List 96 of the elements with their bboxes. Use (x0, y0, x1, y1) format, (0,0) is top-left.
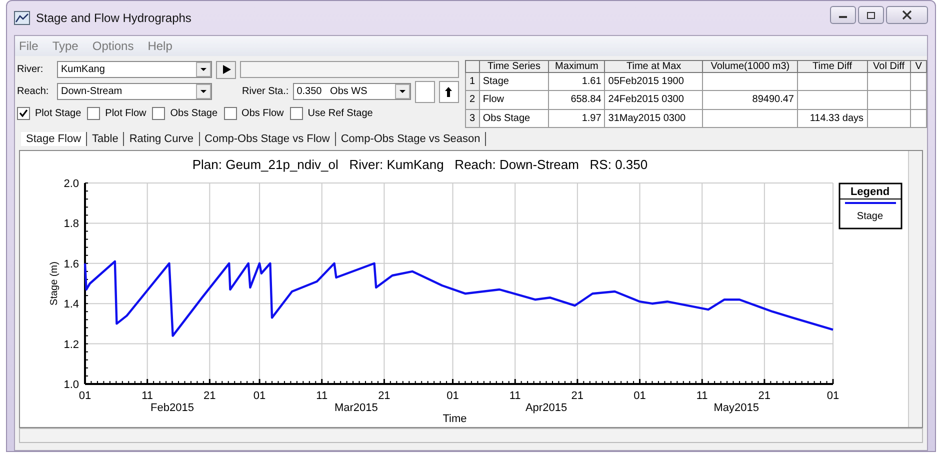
table-cell (797, 72, 868, 91)
row-number: 1 (465, 72, 480, 91)
vertical-scrollbar[interactable] (908, 151, 922, 427)
column-header: V (910, 60, 926, 72)
table-cell: Stage (479, 72, 549, 91)
river-dropdown[interactable]: KumKang (57, 61, 212, 78)
checkmark-icon (19, 109, 28, 118)
checkbox[interactable]: Plot Stage (17, 107, 82, 120)
column-header: Volume(1000 m3) (702, 60, 798, 72)
column-header: Time at Max (604, 60, 703, 72)
column-header: Vol Diff (867, 60, 911, 72)
river-sta-label: River Sta.: (242, 86, 289, 97)
x-tick-label: 01 (446, 390, 459, 402)
x-tick-label: 01 (634, 390, 646, 402)
x-tick-label: 01 (826, 390, 840, 402)
table-cell (910, 109, 926, 128)
column-header: Maximum (548, 60, 605, 72)
x-tick-label: 01 (253, 390, 266, 402)
table-cell (867, 109, 911, 128)
table-cell (797, 90, 868, 110)
table-cell (867, 90, 911, 110)
table-cell: 658.84 (548, 90, 605, 110)
month-label: May2015 (714, 402, 760, 414)
minimize-button[interactable] (830, 6, 856, 24)
table-cell: 89490.47 (702, 90, 798, 110)
horizontal-scrollbar[interactable] (19, 428, 923, 443)
reach-dropdown[interactable]: Down-Stream (57, 83, 212, 100)
menu-item[interactable]: File (19, 39, 38, 53)
window-title: Stage and Flow Hydrographs (36, 11, 192, 25)
checkbox[interactable]: Obs Stage (152, 107, 218, 120)
table-cell (867, 72, 911, 91)
month-label: Mar2015 (334, 402, 378, 414)
table-cell (910, 72, 926, 91)
chart-icon (14, 11, 30, 25)
legend-title: Legend (850, 186, 890, 198)
river-sta-dropdown[interactable]: 0.350 Obs WS (292, 83, 411, 100)
menu-item[interactable]: Options (92, 39, 134, 53)
play-icon (220, 64, 232, 75)
column-header: Time Series (479, 60, 549, 72)
chart-title: Plan: Geum_21p_ndiv_ol River: KumKang Reach: Down-Stream RS: 0.350 (192, 157, 648, 172)
x-tick-label: 21 (571, 390, 584, 402)
table-cell (910, 90, 926, 110)
x-axis-title: Time (442, 413, 467, 424)
tab[interactable]: Comp-Obs Stage vs Season (336, 132, 486, 146)
x-tick-label: 01 (78, 390, 92, 402)
month-label: Apr2015 (525, 402, 568, 414)
up-arrow-icon (444, 86, 454, 98)
y-tick-label: 1.8 (64, 218, 79, 230)
x-tick-label: 11 (509, 390, 521, 402)
reach-label: Reach: (17, 86, 50, 97)
table-cell: 114.33 days (797, 109, 868, 128)
table-cell: 1.61 (548, 72, 605, 91)
checkbox[interactable]: Obs Flow (224, 107, 284, 120)
caret-icon (394, 84, 410, 99)
tab[interactable]: Rating Curve (124, 132, 200, 146)
close-icon (902, 10, 912, 20)
up-button[interactable] (438, 80, 459, 102)
month-label: Feb2015 (150, 402, 194, 414)
table-cell: 24Feb2015 0300 (604, 90, 703, 110)
legend-box (838, 182, 902, 230)
x-tick-label: 21 (378, 390, 390, 402)
close-button[interactable] (886, 6, 928, 24)
table-cell: Obs Stage (479, 109, 549, 128)
x-tick-label: 11 (696, 390, 708, 402)
row-number: 3 (465, 109, 480, 128)
text-field[interactable] (240, 61, 459, 78)
legend-label: Stage (856, 211, 884, 222)
tab[interactable]: Stage Flow (21, 132, 88, 146)
checkbox[interactable]: Plot Flow (87, 107, 146, 120)
river-label: River: (17, 64, 44, 75)
menu-item[interactable]: Type (52, 39, 78, 53)
maximize-icon (866, 10, 876, 20)
row-number: 2 (465, 90, 480, 110)
x-tick-label: 21 (758, 390, 771, 402)
caret-icon (196, 62, 211, 77)
column-header: Time Diff (797, 60, 868, 72)
y-axis-title: Stage (m) (49, 262, 60, 306)
table-cell: 31May2015 0300 (604, 109, 703, 128)
maximize-button[interactable] (858, 6, 884, 24)
table-cell: 1.97 (548, 109, 605, 128)
y-tick-label: 2.0 (64, 178, 79, 190)
tab[interactable]: Table (87, 132, 124, 146)
checkbox[interactable]: Use Ref Stage (290, 107, 373, 120)
tab[interactable]: Comp-Obs Stage vs Flow (200, 132, 336, 146)
y-tick-label: 1.0 (64, 379, 79, 391)
play-button[interactable] (216, 60, 236, 78)
x-tick-label: 21 (204, 390, 216, 402)
y-tick-label: 1.6 (64, 258, 79, 270)
x-tick-label: 11 (316, 390, 328, 402)
x-tick-label: 11 (142, 390, 154, 402)
caret-icon (196, 84, 211, 99)
menu-item[interactable]: Help (148, 39, 172, 53)
table-cell: 05Feb2015 1900 (604, 72, 703, 91)
table-cell: Flow (479, 90, 549, 110)
y-tick-label: 1.2 (64, 338, 79, 351)
y-tick-label: 1.4 (64, 298, 79, 311)
